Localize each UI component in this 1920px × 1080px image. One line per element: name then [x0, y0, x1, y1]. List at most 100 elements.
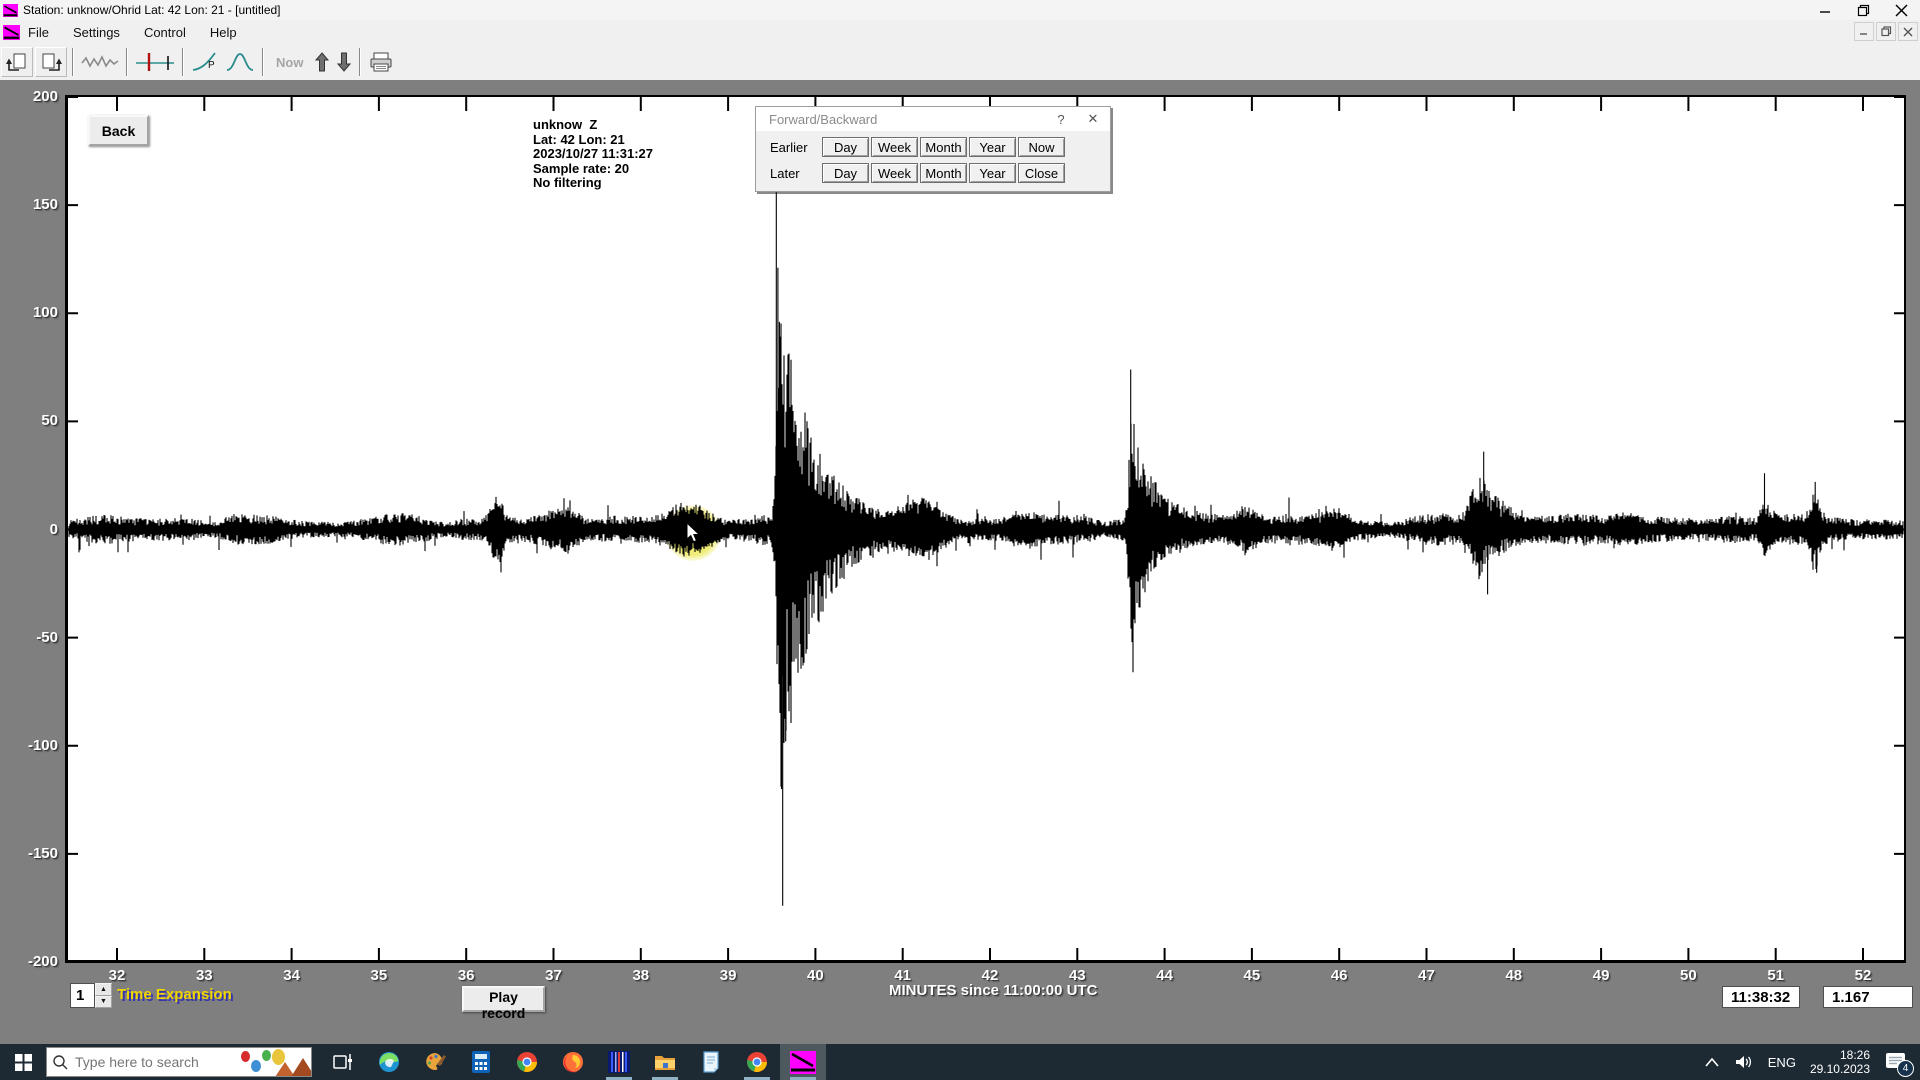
child-window-icon[interactable]	[3, 25, 20, 40]
x-tick-label: 48	[1484, 967, 1544, 984]
child-minimize-button[interactable]	[1854, 22, 1874, 41]
child-close-button[interactable]	[1898, 22, 1918, 41]
p-phase-button[interactable]: P	[188, 48, 222, 76]
scroll-down-button[interactable]	[333, 48, 355, 76]
x-tick-label: 37	[524, 967, 584, 984]
dialog-later-month-button[interactable]: Month	[920, 163, 967, 183]
cursor-time-box: 11:38:32	[1722, 986, 1800, 1008]
x-tick-label: 44	[1135, 967, 1195, 984]
y-tick-label: 0	[10, 521, 58, 538]
taskbar-app-seismogram-viewer-icon[interactable]	[596, 1044, 642, 1080]
dialog-earlier-year-button[interactable]: Year	[969, 137, 1016, 157]
dialog-later-close-button[interactable]: Close	[1018, 163, 1065, 183]
mouse-cursor	[686, 522, 702, 544]
record-info-text: unknow Z Lat: 42 Lon: 21 2023/10/27 11:3…	[533, 118, 653, 191]
dialog-close-icon[interactable]: ✕	[1078, 107, 1108, 131]
x-tick-label: 50	[1658, 967, 1718, 984]
taskbar-app-file-explorer-icon[interactable]	[642, 1044, 688, 1080]
x-tick-label: 45	[1222, 967, 1282, 984]
taskbar-app-calculator-icon[interactable]	[458, 1044, 504, 1080]
search-input[interactable]	[73, 1053, 227, 1071]
print-button[interactable]	[365, 48, 397, 76]
toolbar-separator	[359, 48, 361, 76]
dialog-earlier-day-button[interactable]: Day	[822, 137, 869, 157]
x-tick-label: 32	[87, 967, 147, 984]
x-tick-label: 36	[436, 967, 496, 984]
menu-item-file[interactable]: File	[28, 25, 49, 40]
minimize-button[interactable]	[1806, 0, 1844, 20]
search-decoration-image	[235, 1048, 311, 1076]
menu-item-settings[interactable]: Settings	[73, 25, 120, 40]
taskbar-app-chrome-icon[interactable]	[504, 1044, 550, 1080]
now-button[interactable]: Now	[268, 48, 311, 76]
y-tick-label: -150	[10, 845, 58, 862]
plot-area[interactable]	[65, 95, 1906, 963]
dialog-earlier-week-button[interactable]: Week	[871, 137, 918, 157]
app-icon	[3, 4, 18, 17]
y-tick-label: 200	[10, 88, 58, 105]
x-tick-label: 40	[785, 967, 845, 984]
clock[interactable]: 18:26 29.10.2023	[1810, 1048, 1870, 1076]
load-next-button[interactable]	[35, 47, 67, 77]
dialog-row-label-later: Later	[770, 166, 800, 181]
time-expansion-label: Time Expansion	[117, 986, 232, 1003]
dialog-later-year-button[interactable]: Year	[969, 163, 1016, 183]
y-tick-label: -200	[10, 953, 58, 970]
y-tick-label: -50	[10, 629, 58, 646]
scroll-up-button[interactable]	[311, 48, 333, 76]
dialog-help-button[interactable]: ?	[1046, 107, 1076, 131]
taskbar-app-notepad-icon[interactable]	[688, 1044, 734, 1080]
menu-item-control[interactable]: Control	[144, 25, 186, 40]
title-bar: Station: unknow/Ohrid Lat: 42 Lon: 21 - …	[0, 0, 1920, 21]
speaker-icon[interactable]	[1734, 1054, 1754, 1070]
x-axis-title: MINUTES since 11:00:00 UTC	[889, 982, 1109, 999]
play-record-button[interactable]: Play record	[462, 986, 545, 1012]
taskbar-app-seismo-app-icon[interactable]	[780, 1044, 826, 1080]
spinner-down-button[interactable]: ▼	[95, 996, 112, 1009]
x-tick-label: 33	[174, 967, 234, 984]
dialog-earlier-now-button[interactable]: Now	[1018, 137, 1065, 157]
dialog-later-day-button[interactable]: Day	[822, 163, 869, 183]
load-previous-button[interactable]	[1, 47, 33, 77]
toolbar-separator	[126, 48, 128, 76]
spinner-up-button[interactable]: ▲	[95, 983, 112, 996]
notification-icon[interactable]: 4	[1884, 1049, 1910, 1075]
taskbar-app-paint3d-icon[interactable]	[412, 1044, 458, 1080]
taskbar-app-chrome-2-icon[interactable]	[734, 1044, 780, 1080]
taskbar-search[interactable]	[46, 1047, 312, 1077]
start-button[interactable]	[0, 1044, 46, 1080]
gaussian-filter-button[interactable]	[222, 48, 258, 76]
taskbar-app-firefox-icon[interactable]	[550, 1044, 596, 1080]
cursor-value-box: 1.167	[1823, 986, 1913, 1008]
system-tray: ENG 18:26 29.10.2023 4	[1704, 1044, 1920, 1080]
notification-badge: 4	[1897, 1060, 1914, 1077]
toolbar-separator	[182, 48, 184, 76]
app-window: Station: unknow/Ohrid Lat: 42 Lon: 21 - …	[0, 0, 1920, 1044]
x-tick-label: 49	[1571, 967, 1631, 984]
restore-button[interactable]	[1844, 0, 1882, 20]
time-expansion-value[interactable]: 1	[70, 983, 95, 1008]
x-tick-label: 34	[262, 967, 322, 984]
dialog-earlier-month-button[interactable]: Month	[920, 137, 967, 157]
x-tick-label: 35	[349, 967, 409, 984]
waveform-view-button[interactable]	[78, 48, 122, 76]
phase-pick-button[interactable]	[132, 48, 178, 76]
back-button[interactable]: Back	[88, 115, 149, 146]
dialog-later-week-button[interactable]: Week	[871, 163, 918, 183]
y-tick-label: -100	[10, 737, 58, 754]
clock-date: 29.10.2023	[1810, 1062, 1870, 1076]
tray-chevron-icon[interactable]	[1704, 1056, 1720, 1068]
x-tick-label: 52	[1833, 967, 1893, 984]
child-restore-button[interactable]	[1876, 22, 1896, 41]
window-title: Station: unknow/Ohrid Lat: 42 Lon: 21 - …	[23, 3, 281, 17]
taskbar-app-task-view-icon[interactable]	[320, 1044, 366, 1080]
dialog-title: Forward/Backward	[769, 112, 877, 127]
menu-item-help[interactable]: Help	[210, 25, 237, 40]
close-button[interactable]	[1882, 0, 1920, 20]
language-indicator[interactable]: ENG	[1768, 1055, 1796, 1070]
x-tick-label: 39	[698, 967, 758, 984]
taskbar-app-edge-icon[interactable]	[366, 1044, 412, 1080]
x-tick-label: 38	[611, 967, 671, 984]
toolbar-separator	[72, 48, 74, 76]
dialog-row-label-earlier: Earlier	[770, 140, 808, 155]
